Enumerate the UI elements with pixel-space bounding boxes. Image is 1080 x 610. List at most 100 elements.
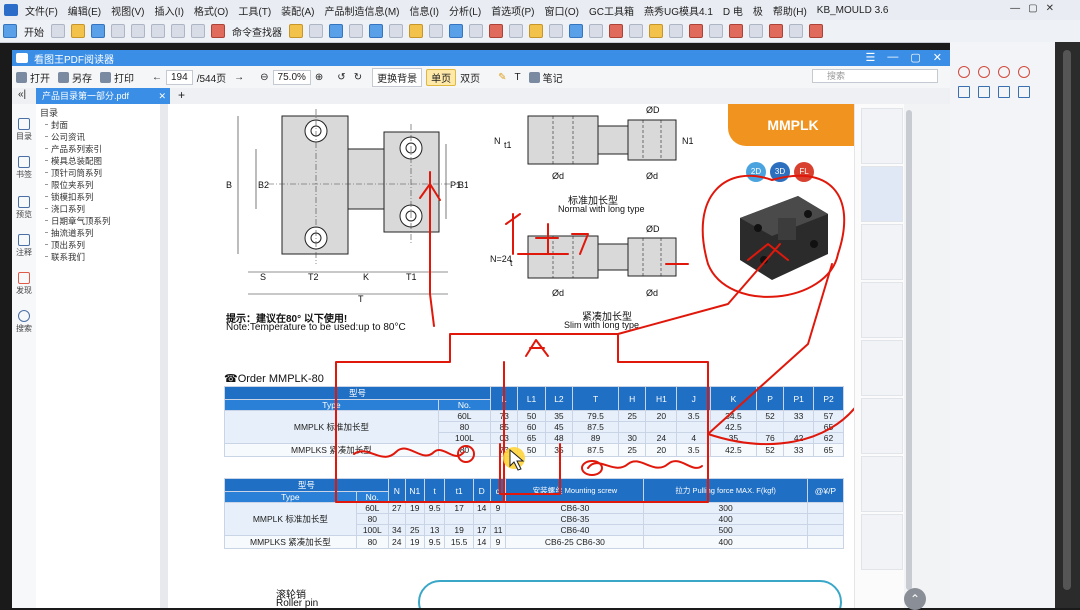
circle-center-icon[interactable] bbox=[998, 66, 1010, 78]
tool-icon-21[interactable] bbox=[689, 24, 703, 38]
side-toc-button[interactable]: 目录 bbox=[15, 118, 33, 142]
pdf-scrollbar[interactable]: ⌃ bbox=[904, 104, 950, 610]
tool-icon-22[interactable] bbox=[709, 24, 723, 38]
start-menu-button[interactable]: 开始 bbox=[24, 24, 44, 39]
tool-icon-8[interactable] bbox=[429, 24, 443, 38]
tool-icon-27[interactable] bbox=[809, 24, 823, 38]
start-icon[interactable] bbox=[3, 24, 17, 38]
cad-scroll-thumb[interactable] bbox=[1063, 50, 1071, 590]
index-tab[interactable] bbox=[861, 456, 903, 512]
cone-tool-icon[interactable] bbox=[978, 86, 990, 98]
menu-help[interactable]: 帮助(H) bbox=[768, 3, 812, 18]
circle-point-icon[interactable] bbox=[1018, 66, 1030, 78]
prev-page-button[interactable]: ← bbox=[148, 72, 166, 83]
menu-gc-toolbox[interactable]: GC工具箱 bbox=[584, 3, 639, 18]
toc-item[interactable]: 封面 bbox=[44, 119, 68, 131]
menu-info[interactable]: 信息(I) bbox=[405, 3, 444, 18]
cylinder-tool-icon[interactable] bbox=[998, 86, 1010, 98]
single-page-button[interactable]: 单页 bbox=[426, 68, 457, 86]
tool-icon-7[interactable] bbox=[409, 24, 423, 38]
menu-format[interactable]: 格式(O) bbox=[189, 3, 233, 18]
side-annotation-button[interactable]: 注释 bbox=[15, 234, 33, 258]
note-button[interactable]: 笔记 bbox=[525, 70, 567, 85]
toc-item[interactable]: 浇口系列 bbox=[44, 203, 85, 215]
toc-item[interactable]: 锁模扣系列 bbox=[45, 191, 94, 203]
document-tab[interactable]: 产品目录第一部分.pdf ✕ bbox=[36, 88, 170, 104]
tool-icon-20[interactable] bbox=[669, 24, 683, 38]
new-tab-button[interactable]: + bbox=[178, 88, 185, 102]
collapse-panel-icon[interactable]: «| bbox=[18, 89, 26, 100]
command-finder-icon[interactable] bbox=[211, 24, 225, 38]
tool-icon-3[interactable] bbox=[329, 24, 343, 38]
scroll-to-top-button[interactable]: ⌃ bbox=[904, 588, 926, 610]
toc-item[interactable]: 抽流道系列 bbox=[45, 227, 94, 239]
menu-kb-mould[interactable]: KB_MOULD 3.6 bbox=[812, 5, 894, 16]
rotate-right-icon[interactable]: ↻ bbox=[350, 72, 366, 83]
toc-item[interactable]: 产品系列索引 bbox=[44, 143, 102, 155]
side-bookmark-button[interactable]: 书签 bbox=[15, 156, 33, 180]
index-tab[interactable] bbox=[861, 108, 903, 164]
menu-analysis[interactable]: 分析(L) bbox=[444, 3, 486, 18]
menu-electrode[interactable]: D 电 bbox=[718, 3, 748, 18]
toc-item[interactable]: 顶针司筒系列 bbox=[44, 167, 102, 179]
toc-item[interactable]: 联系我们 bbox=[44, 251, 85, 263]
menu-edit[interactable]: 编辑(E) bbox=[63, 3, 106, 18]
save-icon[interactable] bbox=[91, 24, 105, 38]
index-tab[interactable] bbox=[861, 514, 903, 570]
tool-icon-14[interactable] bbox=[549, 24, 563, 38]
save-as-button[interactable]: 另存 bbox=[54, 70, 96, 85]
pdf-close-button[interactable]: ✕ bbox=[933, 51, 942, 64]
tool-icon-1[interactable] bbox=[289, 24, 303, 38]
menu-yanxiu[interactable]: 燕秀UG模具4.1 bbox=[639, 3, 718, 18]
maximize-button[interactable]: ▢ bbox=[1028, 3, 1037, 14]
circle-tool-icon[interactable] bbox=[958, 66, 970, 78]
redo-icon[interactable] bbox=[191, 24, 205, 38]
cut-icon[interactable] bbox=[111, 24, 125, 38]
index-tab[interactable] bbox=[861, 224, 903, 280]
menu-file[interactable]: 文件(F) bbox=[20, 3, 63, 18]
minimize-button[interactable]: — bbox=[1010, 3, 1020, 14]
menu-pmi[interactable]: 产品制造信息(M) bbox=[320, 3, 405, 18]
menu-assembly[interactable]: 装配(A) bbox=[276, 3, 319, 18]
pdf-menu-button[interactable]: ☰ bbox=[866, 51, 876, 64]
tool-icon-5[interactable] bbox=[369, 24, 383, 38]
page-number-input[interactable]: 194 bbox=[166, 69, 193, 85]
new-file-icon[interactable] bbox=[51, 24, 65, 38]
side-discover-button[interactable]: 发现 bbox=[15, 272, 33, 296]
tool-icon-17[interactable] bbox=[609, 24, 623, 38]
open-folder-icon[interactable] bbox=[71, 24, 85, 38]
open-button[interactable]: 打开 bbox=[12, 70, 54, 85]
search-input[interactable]: 搜索 bbox=[812, 69, 938, 83]
menu-preferences[interactable]: 首选项(P) bbox=[486, 3, 539, 18]
command-finder-button[interactable]: 命令查找器 bbox=[232, 24, 282, 39]
side-search-button[interactable]: 搜索 bbox=[15, 310, 33, 334]
double-page-button[interactable]: 双页 bbox=[456, 70, 484, 85]
tool-icon-9[interactable] bbox=[449, 24, 463, 38]
tool-icon-10[interactable] bbox=[469, 24, 483, 38]
pdf-scroll-thumb[interactable] bbox=[906, 110, 912, 590]
tool-icon-2[interactable] bbox=[309, 24, 323, 38]
tool-icon-16[interactable] bbox=[589, 24, 603, 38]
pdf-maximize-button[interactable]: ▢ bbox=[910, 51, 920, 64]
menu-extra[interactable]: 极 bbox=[748, 3, 768, 18]
arc-tool-icon[interactable] bbox=[978, 66, 990, 78]
tool-icon-19[interactable] bbox=[649, 24, 663, 38]
pdf-minimize-button[interactable]: — bbox=[887, 51, 898, 64]
menu-window[interactable]: 窗口(O) bbox=[540, 3, 584, 18]
text-tool-icon[interactable]: T bbox=[510, 72, 524, 83]
toc-item[interactable]: 日期章气顶系列 bbox=[45, 215, 111, 227]
cad-scrollbar[interactable] bbox=[1055, 42, 1080, 608]
tool-icon-25[interactable] bbox=[769, 24, 783, 38]
menu-view[interactable]: 视图(V) bbox=[106, 3, 149, 18]
toc-item[interactable]: 模具总装配图 bbox=[44, 155, 102, 167]
index-tab[interactable] bbox=[861, 340, 903, 396]
change-background-select[interactable]: 更换背景 bbox=[372, 67, 423, 87]
index-tab[interactable] bbox=[861, 282, 903, 338]
index-tab[interactable] bbox=[861, 398, 903, 454]
copy-icon[interactable] bbox=[131, 24, 145, 38]
zoom-select[interactable]: 75.0% bbox=[272, 69, 311, 85]
menu-tools[interactable]: 工具(T) bbox=[233, 3, 276, 18]
tool-icon-18[interactable] bbox=[629, 24, 643, 38]
index-tab[interactable] bbox=[861, 166, 903, 222]
cube-tool-icon[interactable] bbox=[958, 86, 970, 98]
